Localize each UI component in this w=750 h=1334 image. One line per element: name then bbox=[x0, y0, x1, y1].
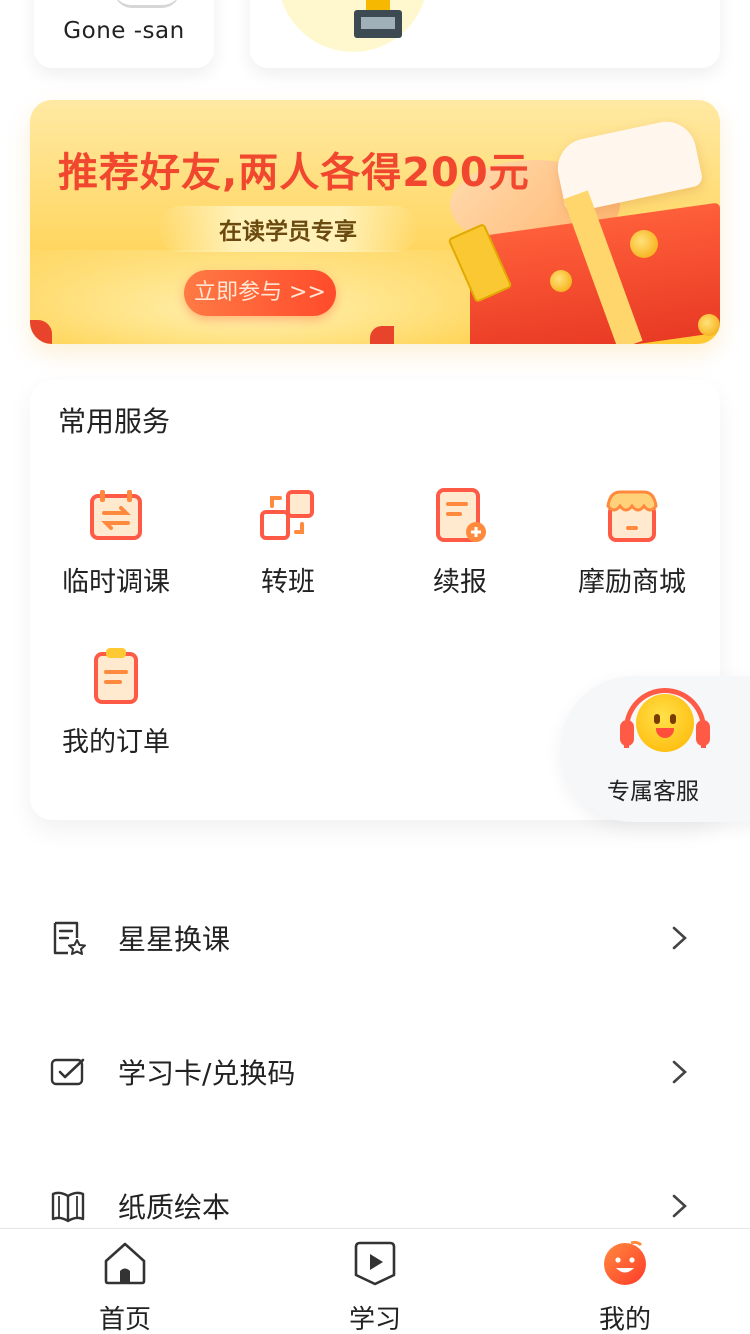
store-icon bbox=[602, 486, 662, 546]
banner-subtitle: 在读学员专享 bbox=[219, 219, 357, 245]
chevron-right-icon bbox=[668, 1192, 692, 1220]
avatar[interactable] bbox=[114, 0, 180, 8]
card-check-icon bbox=[50, 1054, 86, 1090]
service-label: 摩励商城 bbox=[578, 567, 686, 598]
username: Gone -san bbox=[63, 18, 185, 44]
service-label: 续报 bbox=[433, 567, 487, 598]
book-icon bbox=[50, 1188, 86, 1224]
transfer-class-icon bbox=[258, 486, 318, 546]
star-receipt-icon bbox=[50, 920, 86, 956]
trophy-icon bbox=[278, 0, 428, 52]
list-item-label: 纸质绘本 bbox=[118, 1191, 231, 1224]
service-item-orders[interactable]: 我的订单 bbox=[30, 646, 202, 766]
customer-service-button[interactable]: 专属客服 bbox=[560, 676, 750, 822]
tab-study[interactable]: 学习 bbox=[250, 1229, 500, 1334]
service-item-store[interactable]: 摩励商城 bbox=[546, 486, 718, 606]
list-item-label: 星星换课 bbox=[118, 923, 231, 956]
service-label: 临时调课 bbox=[62, 567, 170, 598]
service-label: 转班 bbox=[261, 567, 315, 598]
home-icon bbox=[101, 1239, 149, 1287]
tab-mine[interactable]: 我的 bbox=[500, 1229, 750, 1334]
clipboard-icon bbox=[86, 646, 146, 706]
list-item-star-exchange[interactable]: 星星换课 bbox=[0, 892, 750, 982]
chevron-right-icon bbox=[668, 924, 692, 952]
renew-document-icon bbox=[430, 486, 490, 546]
achievement-card[interactable] bbox=[250, 0, 720, 68]
tab-home[interactable]: 首页 bbox=[0, 1229, 250, 1334]
banner-title: 推荐好友,两人各得200元 bbox=[58, 150, 530, 196]
calendar-swap-icon bbox=[86, 486, 146, 546]
join-now-button[interactable]: 立即参与 >> bbox=[184, 270, 336, 316]
profile-card[interactable]: Gone -san bbox=[34, 0, 214, 68]
tab-label: 首页 bbox=[98, 1305, 151, 1334]
list-item-study-card[interactable]: 学习卡/兑换码 bbox=[0, 1026, 750, 1116]
section-title: 常用服务 bbox=[58, 405, 171, 438]
tab-label: 学习 bbox=[348, 1305, 401, 1334]
service-label: 我的订单 bbox=[62, 727, 170, 758]
play-icon bbox=[351, 1239, 399, 1287]
list-item-label: 学习卡/兑换码 bbox=[118, 1057, 296, 1090]
service-item-transfer[interactable]: 转班 bbox=[202, 486, 374, 606]
tab-label: 我的 bbox=[598, 1305, 651, 1334]
customer-service-label: 专属客服 bbox=[607, 779, 699, 805]
smiley-icon bbox=[601, 1239, 649, 1287]
bottom-tab-bar: 首页 学习 我的 bbox=[0, 1228, 750, 1334]
referral-banner[interactable]: 推荐好友,两人各得200元 在读学员专享 立即参与 >> bbox=[30, 100, 720, 344]
chevron-right-icon bbox=[668, 1058, 692, 1086]
service-item-reschedule[interactable]: 临时调课 bbox=[30, 486, 202, 606]
service-item-renew[interactable]: 续报 bbox=[374, 486, 546, 606]
